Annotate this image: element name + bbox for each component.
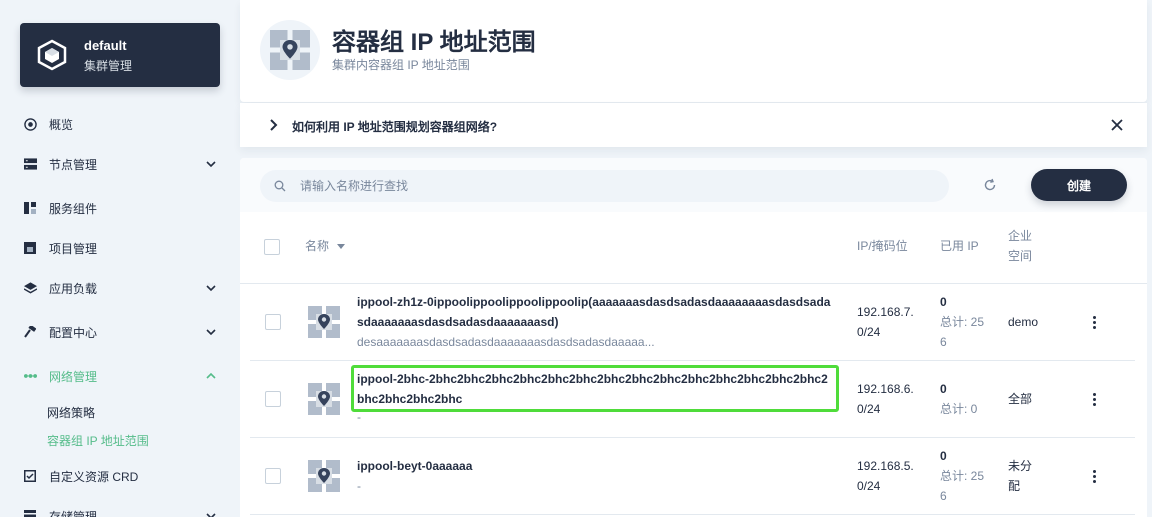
column-label: 名称: [305, 239, 330, 253]
used-ip-column-header: 已用 IP: [940, 239, 979, 253]
search-input[interactable]: [300, 179, 900, 193]
ippool-name-link[interactable]: ippool-beyt-0aaaaaa: [357, 456, 835, 476]
search-bar[interactable]: [260, 170, 949, 202]
more-actions-icon[interactable]: [1088, 389, 1100, 409]
sort-icon[interactable]: [336, 242, 346, 250]
nav-label: 节点管理: [49, 157, 98, 172]
search-icon: [274, 180, 286, 192]
nav-item-components[interactable]: 服务组件: [20, 196, 220, 220]
ippool-total: 总计: 256: [940, 315, 985, 349]
nav-subitem-network-policies[interactable]: 网络策略: [47, 404, 95, 421]
ippool-workspace: demo: [1008, 315, 1039, 329]
ippool-description: desaaaaaaasdasdsadasdaaaaaaasdasdsadasda…: [357, 335, 655, 349]
page-header: 容器组 IP 地址范围 集群内容器组 IP 地址范围: [240, 0, 1147, 102]
chevron-down-icon: [206, 329, 216, 336]
sidebar: default 集群管理 概览 节点管理 服务组件 项目管理 应用负载 配置中心…: [0, 0, 240, 517]
chevron-down-icon: [206, 285, 216, 292]
network-icon: [23, 369, 37, 383]
components-icon: [23, 201, 37, 215]
ippool-list-card: 创建 名称 IP/掩码位 已用 IP 企业 空间 ippool-zh1z-0ip…: [240, 158, 1147, 517]
nav-item-storage[interactable]: 存储管理: [20, 504, 220, 517]
nav-item-nodes[interactable]: 节点管理: [20, 152, 220, 176]
server-icon: [23, 157, 37, 171]
ippool-total: 总计: 256: [940, 469, 985, 503]
ippool-ip: 192.168.5.0/24: [857, 459, 914, 493]
row-checkbox[interactable]: [265, 468, 281, 484]
ippool-name-link[interactable]: ippool-2bhc-2bhc2bhc2bhc2bhc2bhc2bhc2bhc…: [357, 369, 835, 409]
ippool-used-count: 0: [940, 449, 947, 463]
nav-item-overview[interactable]: 概览: [20, 112, 220, 136]
row-checkbox[interactable]: [265, 391, 281, 407]
hammer-icon: [23, 325, 37, 339]
cluster-subtitle: 集群管理: [84, 59, 133, 73]
dashboard-icon: [23, 117, 37, 131]
column-label: 空间: [1008, 249, 1033, 263]
chevron-down-icon: [206, 161, 216, 168]
ippool-icon: [308, 306, 340, 338]
tips-panel[interactable]: 如何利用 IP 地址范围规划容器组网络?: [240, 103, 1147, 147]
chevron-down-icon: [206, 513, 216, 517]
nav-item-workloads[interactable]: 应用负载: [20, 276, 220, 300]
refresh-icon[interactable]: [983, 178, 997, 192]
table-row[interactable]: ippool-beyt-0aaaaaa - 192.168.5.0/24 0 总…: [250, 438, 1135, 515]
nav-label: 网络管理: [49, 369, 98, 384]
workspace-column-header: 企业 空间: [1008, 226, 1032, 266]
ippool-total: 总计: 0: [940, 402, 978, 416]
chevron-up-icon: [206, 372, 216, 379]
nav-label: 存储管理: [49, 509, 98, 517]
nav-label: 项目管理: [49, 241, 98, 256]
nav-label: 自定义资源 CRD: [49, 469, 139, 484]
name-column-header[interactable]: 名称: [305, 236, 346, 256]
nav-item-network[interactable]: 网络管理: [20, 364, 220, 388]
create-button[interactable]: 创建: [1031, 169, 1127, 201]
more-actions-icon[interactable]: [1088, 466, 1100, 486]
ippool-used-count: 0: [940, 382, 947, 396]
crd-icon: [23, 469, 37, 483]
column-label: 企业: [1008, 229, 1033, 243]
page-description: 集群内容器组 IP 地址范围: [332, 58, 470, 72]
more-actions-icon[interactable]: [1088, 312, 1100, 332]
nav-label: 配置中心: [49, 325, 98, 340]
ippool-workspace: 未分配: [1008, 459, 1033, 493]
nav-subitem-ip-pools[interactable]: 容器组 IP 地址范围: [47, 432, 149, 449]
ippool-name-link[interactable]: ippool-zh1z-0ippoolippoolippoolippoolip(…: [357, 292, 835, 332]
ip-mask-column-header: IP/掩码位: [857, 239, 908, 253]
nav-item-projects[interactable]: 项目管理: [20, 236, 220, 260]
nav-label: 应用负载: [49, 281, 98, 296]
chevron-right-icon[interactable]: [268, 118, 280, 132]
storage-icon: [23, 509, 37, 517]
ippool-icon: [308, 383, 340, 415]
table-header: 名称 IP/掩码位 已用 IP 企业 空间: [240, 212, 1147, 284]
table-row[interactable]: ippool-2bhc-2bhc2bhc2bhc2bhc2bhc2bhc2bhc…: [250, 361, 1135, 438]
page-title: 容器组 IP 地址范围: [332, 29, 536, 56]
cluster-name: default: [84, 38, 127, 53]
toolbar: 创建: [240, 158, 1147, 212]
ippool-ip: 192.168.7.0/24: [857, 305, 914, 339]
ippool-icon: [308, 460, 340, 492]
ippool-description: -: [357, 410, 361, 424]
tips-question[interactable]: 如何利用 IP 地址范围规划容器组网络?: [292, 118, 497, 135]
select-all-checkbox[interactable]: [264, 239, 280, 255]
project-icon: [23, 241, 37, 255]
nav-label: 概览: [49, 117, 74, 132]
ippool-used-count: 0: [940, 295, 947, 309]
cluster-selector[interactable]: default 集群管理: [20, 23, 220, 87]
close-icon[interactable]: [1109, 117, 1125, 133]
nav-item-crd[interactable]: 自定义资源 CRD: [20, 464, 220, 488]
ippool-workspace: 全部: [1008, 392, 1033, 406]
nav-label: 服务组件: [49, 201, 98, 216]
row-checkbox[interactable]: [265, 314, 281, 330]
nav-item-config[interactable]: 配置中心: [20, 320, 220, 344]
layers-icon: [23, 281, 37, 295]
table-row[interactable]: ippool-zh1z-0ippoolippoolippoolippoolip(…: [250, 284, 1135, 361]
ippool-ip: 192.168.6.0/24: [857, 382, 914, 416]
ippool-description: -: [357, 479, 361, 493]
cluster-icon: [37, 39, 67, 71]
ippool-icon: [260, 20, 320, 80]
